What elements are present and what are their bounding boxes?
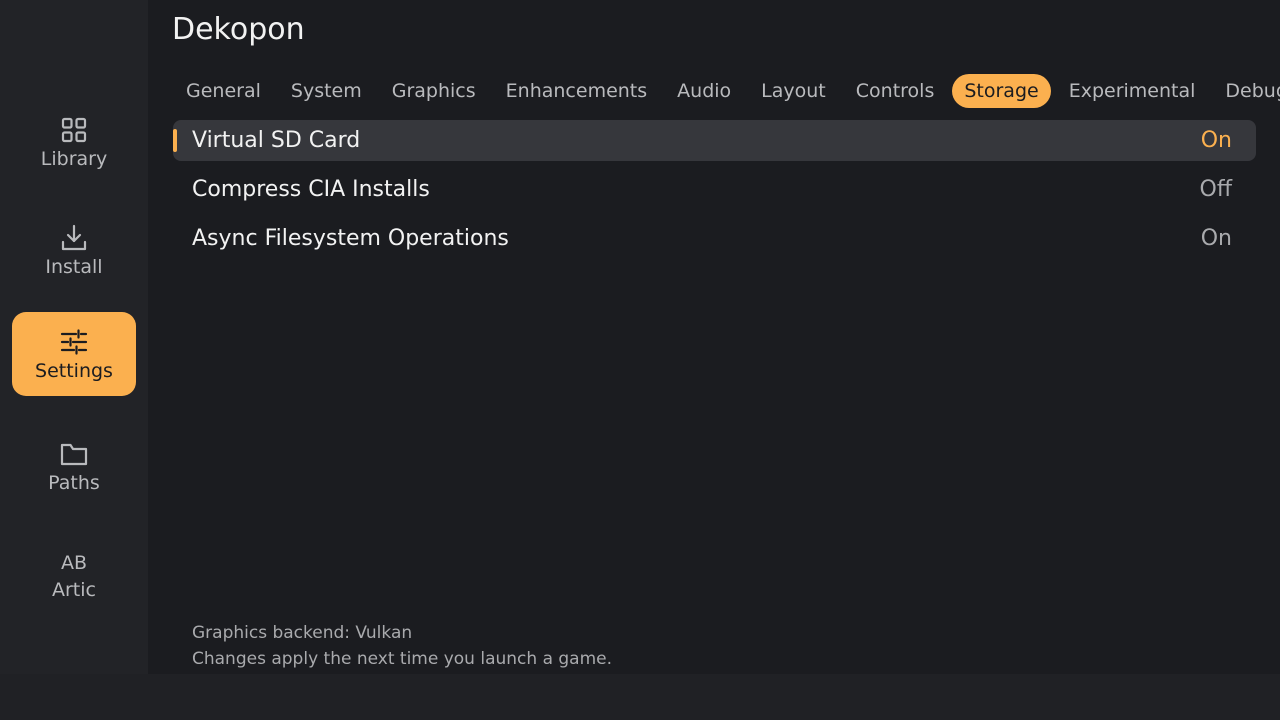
tab-enhancements[interactable]: Enhancements (494, 74, 660, 108)
tab-storage[interactable]: Storage (952, 74, 1051, 108)
setting-virtual-sd-card[interactable]: Virtual SD Card On (173, 120, 1256, 161)
download-icon (58, 222, 90, 254)
graphics-backend-text: Graphics backend: Vulkan (192, 623, 413, 643)
settings-tabs: General System Graphics Enhancements Aud… (174, 74, 1280, 108)
sidebar: Library Install Settings Paths AB Artic (0, 0, 148, 674)
ab-icon: AB (60, 552, 88, 574)
tab-experimental[interactable]: Experimental (1057, 74, 1208, 108)
tab-debug[interactable]: Debug (1213, 74, 1280, 108)
setting-name: Virtual SD Card (192, 128, 361, 153)
sidebar-item-label: Install (45, 256, 103, 278)
setting-compress-cia-installs[interactable]: Compress CIA Installs Off (173, 169, 1256, 210)
grid-icon (58, 114, 90, 146)
tab-graphics[interactable]: Graphics (380, 74, 488, 108)
sliders-icon (58, 326, 90, 358)
sidebar-item-paths[interactable]: Paths (12, 424, 136, 508)
changes-note-text: Changes apply the next time you launch a… (192, 649, 613, 669)
bottom-bar (0, 674, 1280, 720)
sidebar-item-label: Artic (52, 579, 96, 601)
tab-audio[interactable]: Audio (665, 74, 743, 108)
tab-general[interactable]: General (174, 74, 273, 108)
setting-value: On (1200, 128, 1232, 153)
setting-value: Off (1199, 177, 1232, 202)
sidebar-item-library[interactable]: Library (12, 100, 136, 184)
tab-controls[interactable]: Controls (844, 74, 947, 108)
setting-value: On (1200, 226, 1232, 251)
sidebar-item-settings[interactable]: Settings (12, 312, 136, 396)
sidebar-item-label: Paths (48, 472, 100, 494)
setting-async-filesystem-operations[interactable]: Async Filesystem Operations On (173, 218, 1256, 259)
sidebar-item-label: Library (40, 148, 108, 170)
tab-layout[interactable]: Layout (749, 74, 838, 108)
selection-indicator (173, 129, 177, 152)
app-title: Dekopon (172, 12, 305, 47)
tab-system[interactable]: System (279, 74, 374, 108)
sidebar-item-artic[interactable]: AB Artic (12, 532, 136, 616)
sidebar-item-label: Settings (35, 360, 113, 382)
setting-name: Async Filesystem Operations (192, 226, 509, 251)
footer-note: Graphics backend: Vulkan Changes apply t… (192, 620, 612, 672)
setting-name: Compress CIA Installs (192, 177, 430, 202)
sidebar-item-install[interactable]: Install (12, 208, 136, 292)
folder-icon (58, 438, 90, 470)
settings-list: Virtual SD Card On Compress CIA Installs… (173, 120, 1256, 267)
